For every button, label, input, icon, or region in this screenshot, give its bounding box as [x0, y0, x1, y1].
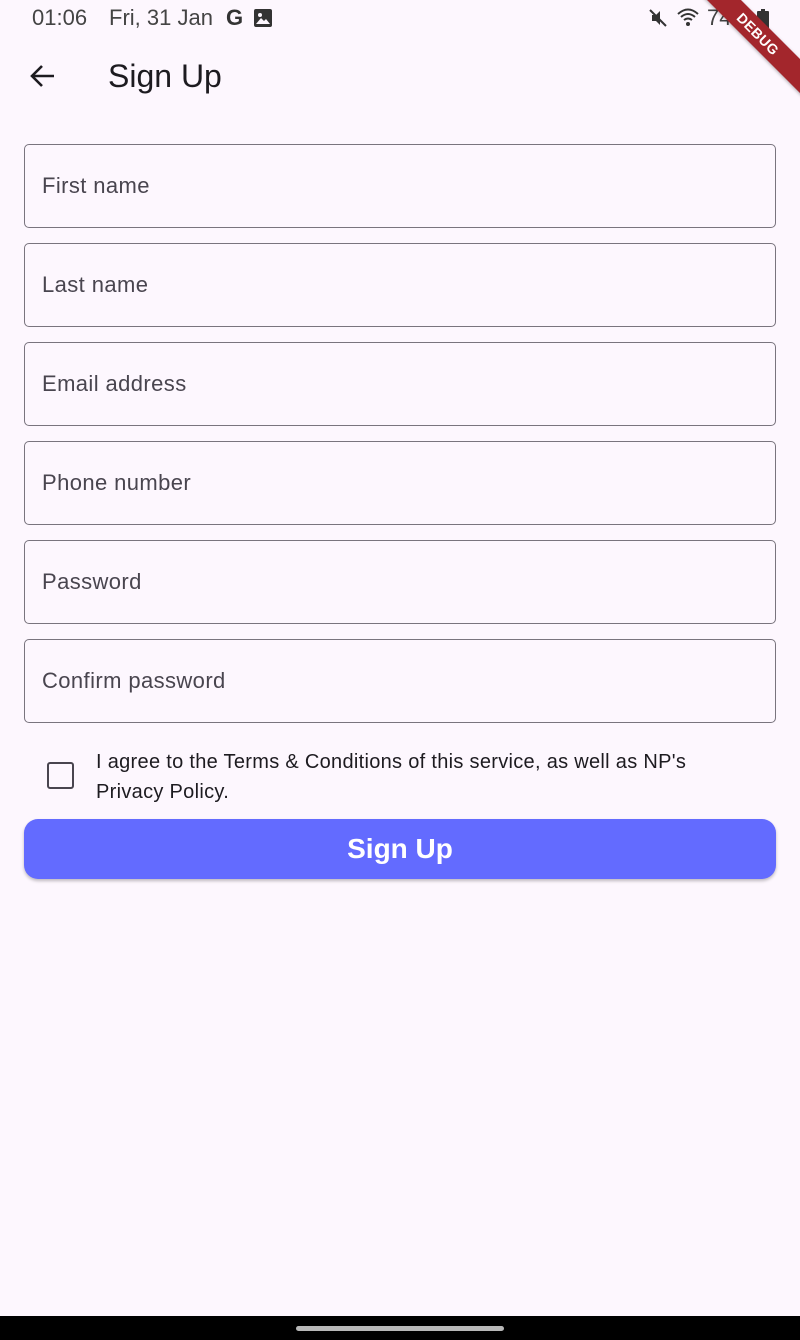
first-name-input[interactable] — [25, 145, 775, 227]
status-bar: 01:06 Fri, 31 Jan G 74% — [0, 0, 800, 38]
confirm-password-input[interactable] — [25, 640, 775, 722]
app-bar: Sign Up — [0, 44, 800, 112]
google-icon: G — [226, 5, 244, 30]
navigation-bar — [0, 1316, 800, 1340]
wifi-icon — [676, 7, 700, 27]
gallery-icon — [253, 8, 273, 28]
sign-up-button[interactable]: Sign Up — [24, 819, 776, 879]
mute-icon — [648, 8, 668, 28]
back-button[interactable] — [18, 54, 66, 102]
arrow-back-icon — [28, 62, 56, 95]
status-time: 01:06 — [32, 5, 88, 30]
email-input[interactable] — [25, 343, 775, 425]
status-date: Fri, 31 Jan — [109, 5, 213, 30]
last-name-input[interactable] — [25, 244, 775, 326]
page-title: Sign Up — [108, 58, 222, 94]
terms-checkbox[interactable] — [47, 762, 74, 789]
last-name-field[interactable] — [24, 243, 776, 327]
confirm-password-field[interactable] — [24, 639, 776, 723]
signup-form — [24, 144, 776, 738]
phone-field[interactable] — [24, 441, 776, 525]
terms-agreement-row: I agree to the Terms & Conditions of thi… — [24, 745, 776, 807]
phone-input[interactable] — [25, 442, 775, 524]
password-field[interactable] — [24, 540, 776, 624]
first-name-field[interactable] — [24, 144, 776, 228]
home-gesture-handle[interactable] — [296, 1326, 504, 1331]
password-input[interactable] — [25, 541, 775, 623]
terms-agreement-text: I agree to the Terms & Conditions of thi… — [96, 751, 687, 803]
email-field[interactable] — [24, 342, 776, 426]
